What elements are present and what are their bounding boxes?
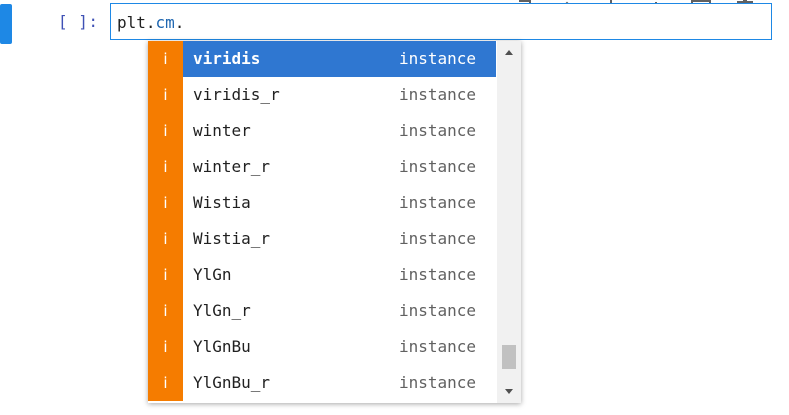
completion-label: YlGn_r xyxy=(193,301,251,320)
completion-label: viridis xyxy=(193,49,261,68)
completion-kind: instance xyxy=(399,337,477,356)
cell-selection-marker xyxy=(0,4,12,44)
instance-type-icon: i xyxy=(148,293,183,329)
completion-kind: instance xyxy=(399,193,477,212)
code-editor[interactable]: plt.cm. xyxy=(110,3,772,40)
completion-kind: instance xyxy=(399,229,477,248)
completion-kind: instance xyxy=(399,265,477,284)
instance-type-icon: i xyxy=(148,113,183,149)
instance-type-icon: i xyxy=(148,149,183,185)
code-dot: . xyxy=(174,13,185,32)
completion-kind: instance xyxy=(399,49,477,68)
completion-label: YlGn xyxy=(193,265,232,284)
completion-label: Wistia_r xyxy=(193,229,271,248)
completion-label: viridis_r xyxy=(193,85,280,104)
code-attribute: cm xyxy=(155,13,175,32)
scroll-down-button[interactable] xyxy=(497,381,521,403)
completion-label: Wistia xyxy=(193,193,251,212)
autocomplete-popup: i viridis instance i viridis_r instance i winte… xyxy=(148,41,521,403)
completion-kind: instance xyxy=(399,373,477,392)
completion-item[interactable]: i Wistia_r instance xyxy=(148,221,496,257)
completion-label: winter_r xyxy=(193,157,271,176)
completion-kind: instance xyxy=(399,85,477,104)
cell-prompt: [ ]: xyxy=(58,12,99,31)
scroll-up-icon xyxy=(505,50,513,55)
completion-item[interactable]: i winter_r instance xyxy=(148,149,496,185)
instance-type-icon: i xyxy=(148,365,183,401)
instance-type-icon: i xyxy=(148,257,183,293)
completion-item[interactable]: i viridis_r instance xyxy=(148,77,496,113)
instance-type-icon: i xyxy=(148,185,183,221)
completion-label: YlGnBu_r xyxy=(193,373,271,392)
instance-type-icon: i xyxy=(148,221,183,257)
completion-item[interactable]: i winter instance xyxy=(148,113,496,149)
scroll-thumb[interactable] xyxy=(502,345,516,369)
completion-item[interactable]: i viridis instance xyxy=(148,41,496,77)
scroll-down-icon xyxy=(505,389,513,394)
completion-item[interactable]: i YlGn instance xyxy=(148,257,496,293)
code-text: plt.cm. xyxy=(117,13,184,32)
completion-label: winter xyxy=(193,121,251,140)
completion-item[interactable]: i Wistia instance xyxy=(148,185,496,221)
completion-item[interactable]: i YlGn_r instance xyxy=(148,293,496,329)
completion-item[interactable]: i YlGnBu instance xyxy=(148,329,496,365)
scroll-up-button[interactable] xyxy=(497,41,521,63)
completion-kind: instance xyxy=(399,157,477,176)
completion-item[interactable]: i YlGnBu_r instance xyxy=(148,365,496,401)
completion-scrollbar[interactable] xyxy=(497,41,521,403)
instance-type-icon: i xyxy=(148,329,183,365)
code-object: plt. xyxy=(117,13,156,32)
completion-kind: instance xyxy=(399,121,477,140)
instance-type-icon: i xyxy=(148,77,183,113)
instance-type-icon: i xyxy=(148,41,183,77)
completion-kind: instance xyxy=(399,301,477,320)
completion-label: YlGnBu xyxy=(193,337,251,356)
